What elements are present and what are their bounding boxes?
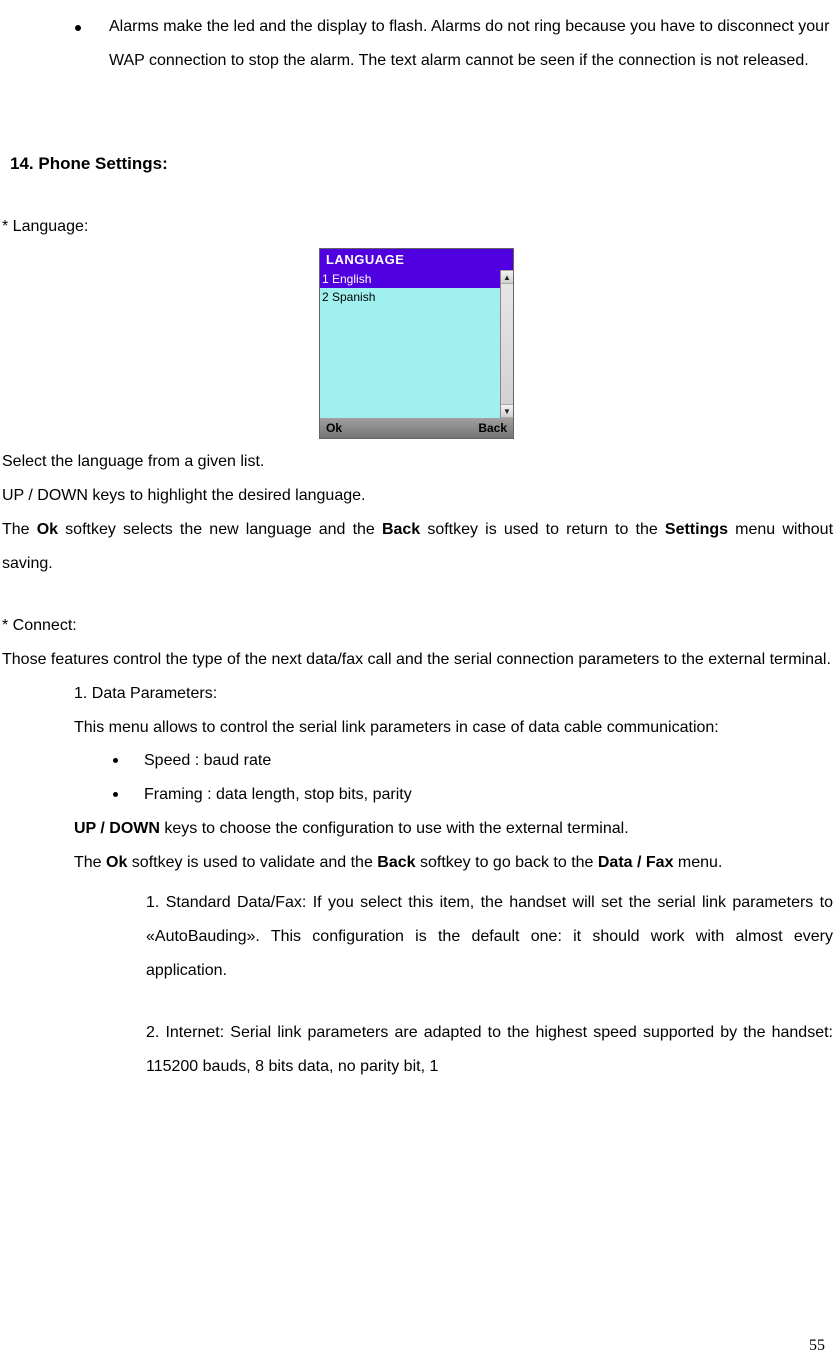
standard-datafax-para: 1. Standard Data/Fax: If you select this… [146,886,833,988]
sub-bullet-text: Framing : data length, stop bits, parity [144,778,412,812]
device-list-area: 1 English 2 Spanish ▲ ▼ [320,270,513,418]
intro-bullet-item: Alarms make the led and the display to f… [0,10,833,79]
internet-para: 2. Internet: Serial link parameters are … [146,1016,833,1084]
language-para-1: Select the language from a given list. [2,445,833,479]
data-parameters-title: 1. Data Parameters: [74,677,833,711]
softkey-back[interactable]: Back [478,421,507,435]
text-fragment: softkey is used to return to the [420,521,665,538]
device-title: LANGUAGE [320,249,513,270]
language-screenshot: LANGUAGE 1 English 2 Spanish ▲ ▼ Ok Back [0,248,833,439]
text-fragment: keys to choose the configuration to use … [160,820,629,837]
data-parameters-intro: This menu allows to control the serial l… [74,711,833,745]
ok-back-para: The Ok softkey is used to validate and t… [74,846,833,880]
device-softkeys: Ok Back [320,418,513,438]
settings-label: Settings [665,521,728,538]
back-label: Back [382,521,420,538]
intro-bullet-text: Alarms make the led and the display to f… [109,10,833,79]
text-fragment: softkey to go back to the [416,854,598,871]
ok-label: Ok [37,521,58,538]
text-fragment: The [74,854,106,871]
list-item[interactable]: 1 English [320,270,500,288]
sub-bullet-item: Speed : baud rate [0,744,833,778]
text-fragment: menu. [673,854,722,871]
language-subheading: * Language: [2,212,833,242]
text-fragment: The [2,521,37,538]
device-frame: LANGUAGE 1 English 2 Spanish ▲ ▼ Ok Back [319,248,514,439]
scroll-up-icon[interactable]: ▲ [501,270,513,284]
bullet-icon [113,758,118,763]
softkey-ok[interactable]: Ok [326,421,342,435]
connect-subheading: * Connect: [2,609,833,643]
list-item[interactable]: 2 Spanish [320,288,500,306]
section-heading: 14. Phone Settings: [10,154,833,174]
language-para-3: The Ok softkey selects the new language … [2,513,833,581]
updown-para: UP / DOWN keys to choose the configurati… [74,812,833,846]
updown-label: UP / DOWN [74,820,160,837]
text-fragment: softkey is used to validate and the [127,854,377,871]
text-fragment: softkey selects the new language and the [58,521,382,538]
sub-bullet-item: Framing : data length, stop bits, parity [0,778,833,812]
sub-bullet-text: Speed : baud rate [144,744,271,778]
bullet-icon [113,792,118,797]
page-number: 55 [809,1337,825,1355]
scroll-down-icon[interactable]: ▼ [501,404,513,418]
back-label: Back [377,854,415,871]
connect-intro: Those features control the type of the n… [2,643,833,677]
scrollbar[interactable]: ▲ ▼ [500,270,513,418]
language-para-2: UP / DOWN keys to highlight the desired … [2,479,833,513]
bullet-icon [75,25,81,31]
device-list: 1 English 2 Spanish [320,270,500,418]
ok-label: Ok [106,854,127,871]
datafax-label: Data / Fax [598,854,674,871]
